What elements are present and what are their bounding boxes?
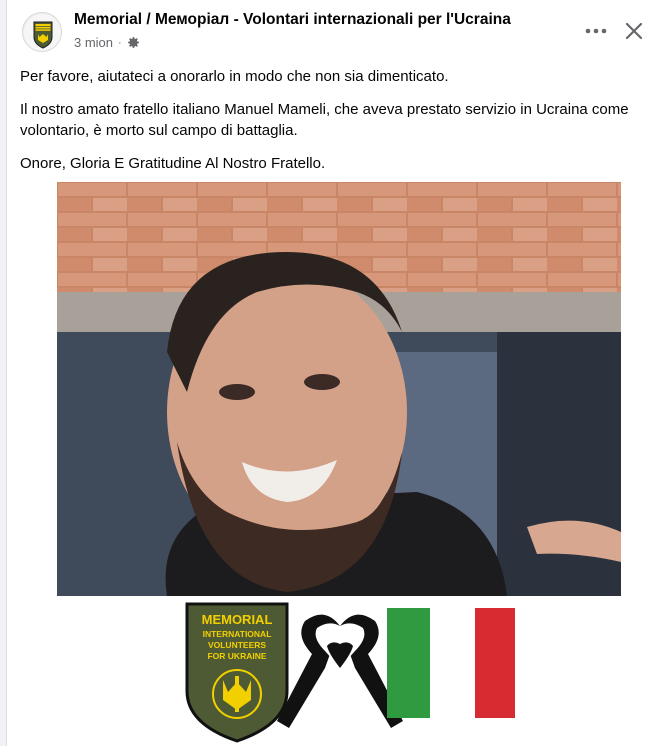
page-avatar-emblem-icon xyxy=(24,14,61,51)
post-paragraph: Onore, Gloria E Gratitudine Al Nostro Fr… xyxy=(20,155,326,172)
post-meta: 3 mion · xyxy=(74,35,140,50)
memorial-shield-icon: MEMORIAL INTERNATIONAL VOLUNTEERS FOR UK… xyxy=(185,602,289,743)
post-text: Per favore, aiutateci a onorarlo in modo… xyxy=(20,66,660,186)
meta-separator: · xyxy=(118,36,122,49)
post-paragraph: Per favore, aiutateci a onorarlo in modo… xyxy=(20,68,449,85)
more-options-button[interactable] xyxy=(579,16,613,46)
page-name-link[interactable]: Memorial / Меморіал - Volontari internaz… xyxy=(74,11,511,29)
post-timestamp[interactable]: 3 mion xyxy=(74,35,113,50)
mourning-ribbon-icon xyxy=(277,614,403,728)
page-avatar[interactable] xyxy=(22,12,62,52)
italian-flag-icon xyxy=(387,608,515,718)
emblem-text-line4: FOR UKRAINE xyxy=(207,651,266,661)
post-image[interactable]: MEMORIAL INTERNATIONAL VOLUNTEERS FOR UK… xyxy=(7,182,660,746)
memorial-photo xyxy=(57,182,621,596)
emblem-strip-graphic: MEMORIAL INTERNATIONAL VOLUNTEERS FOR UK… xyxy=(185,602,515,743)
portrait-photo-illustration xyxy=(57,182,621,596)
close-button[interactable] xyxy=(619,16,649,46)
post-paragraph: Il nostro amato fratello italiano Manuel… xyxy=(20,101,629,139)
gear-icon[interactable] xyxy=(127,36,140,49)
close-icon xyxy=(625,22,643,40)
post-header: Memorial / Меморіал - Volontari internaz… xyxy=(7,0,660,60)
more-dots-icon xyxy=(585,28,607,34)
memorial-emblem-strip: MEMORIAL INTERNATIONAL VOLUNTEERS FOR UK… xyxy=(7,596,660,746)
emblem-text-line3: VOLUNTEERS xyxy=(208,640,266,650)
emblem-text-line1: MEMORIAL xyxy=(202,612,273,627)
post-card: Memorial / Меморіал - Volontari internaz… xyxy=(6,0,660,746)
emblem-text-line2: INTERNATIONAL xyxy=(203,629,272,639)
